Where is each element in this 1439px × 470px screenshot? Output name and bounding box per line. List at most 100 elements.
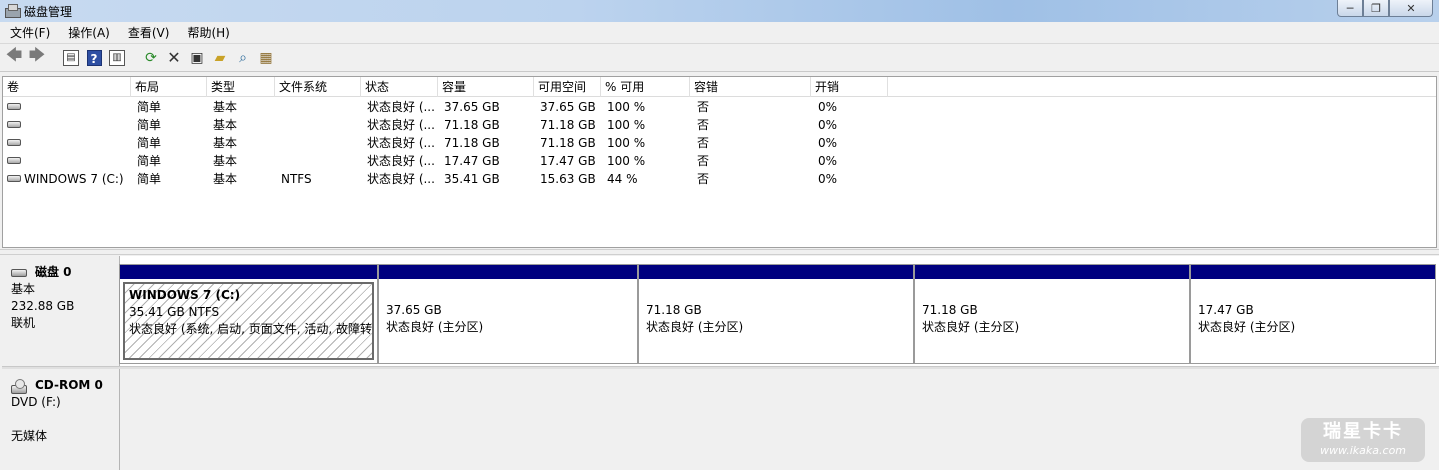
partition-body: 17.47 GB 状态良好 (主分区)	[1194, 282, 1432, 360]
column-header-status[interactable]: 状态	[361, 77, 438, 97]
export-list-icon[interactable]: ▦	[256, 48, 276, 68]
column-header-fault-tolerance[interactable]: 容错	[690, 77, 811, 97]
pane-splitter[interactable]	[0, 249, 1439, 255]
column-header-filesystem[interactable]: 文件系统	[275, 77, 361, 97]
volume-list[interactable]: 卷 布局 类型 文件系统 状态 容量 可用空间 % 可用 容错 开销 简单 基本…	[2, 76, 1437, 248]
cd-drive-icon	[11, 378, 27, 394]
title-bar: 磁盘管理 ─ ❐ ✕	[0, 0, 1439, 22]
overhead-cell: 0%	[818, 172, 838, 186]
capacity-cell: 35.41 GB	[444, 172, 500, 186]
capacity-cell: 37.65 GB	[444, 100, 500, 114]
partition-3[interactable]: 71.18 GB 状态良好 (主分区)	[638, 264, 914, 364]
overhead-cell: 0%	[818, 154, 838, 168]
volume-cell	[3, 134, 131, 152]
partition-status: 状态良好 (主分区)	[922, 320, 1020, 334]
partition-body: 37.65 GB 状态良好 (主分区)	[382, 282, 634, 360]
maximize-button[interactable]: ❐	[1363, 0, 1389, 17]
window-controls: ─ ❐ ✕	[1337, 0, 1433, 17]
filesystem-cell	[277, 134, 281, 152]
menu-help[interactable]: 帮助(H)	[177, 22, 237, 44]
disk-management-icon	[4, 4, 21, 18]
partition-status: 状态良好 (系统, 启动, 页面文件, 活动, 故障转储, 主分区)	[129, 322, 373, 336]
forward-icon[interactable]: 🡆	[27, 45, 47, 68]
partition-size: 17.47 GB	[1198, 303, 1254, 317]
column-header-volume[interactable]: 卷	[3, 77, 131, 97]
filesystem-cell	[277, 152, 281, 170]
menu-action[interactable]: 操作(A)	[58, 22, 118, 44]
column-header-free-space[interactable]: 可用空间	[534, 77, 601, 97]
open-icon[interactable]: ▰	[210, 48, 230, 68]
fault-tolerance-cell: 否	[697, 172, 710, 186]
partition-size: 37.65 GB	[386, 303, 442, 317]
partition-name: WINDOWS 7 (C:)	[129, 288, 241, 302]
layout-cell: 简单	[137, 172, 162, 186]
volume-cell: WINDOWS 7 (C:)	[3, 170, 131, 188]
minimize-button[interactable]: ─	[1337, 0, 1363, 17]
column-header-type[interactable]: 类型	[207, 77, 275, 97]
cdrom0-drive: DVD (F:)	[11, 395, 61, 409]
table-row[interactable]: WINDOWS 7 (C:) 简单 基本 NTFS 状态良好 (... 35.4…	[3, 170, 1436, 188]
partition-bar	[379, 265, 637, 279]
layout-cell: 简单	[137, 118, 162, 132]
percent-free-cell: 44 %	[607, 172, 638, 186]
disk0-label[interactable]: 磁盘 0 基本 232.88 GB 联机	[2, 256, 120, 366]
toolbar-separator	[50, 48, 58, 68]
help-icon[interactable]: ?	[84, 48, 104, 68]
show-hide-action-pane-icon[interactable]: ▥	[107, 48, 127, 68]
volume-cell	[3, 152, 131, 170]
toolbar-separator	[130, 48, 138, 68]
filesystem-cell: NTFS	[281, 172, 312, 186]
back-icon[interactable]: 🡄	[4, 45, 24, 68]
volume-list-header: 卷 布局 类型 文件系统 状态 容量 可用空间 % 可用 容错 开销	[3, 77, 1436, 97]
partition-status: 状态良好 (主分区)	[386, 320, 484, 334]
percent-free-cell: 100 %	[607, 136, 646, 150]
cdrom0-label[interactable]: CD-ROM 0 DVD (F:) 无媒体	[2, 369, 120, 470]
window-title: 磁盘管理	[24, 4, 73, 19]
partition-status: 状态良好 (主分区)	[646, 320, 744, 334]
table-row[interactable]: 简单 基本 状态良好 (... 37.65 GB 37.65 GB 100 % …	[3, 98, 1436, 116]
menu-view[interactable]: 查看(V)	[118, 22, 178, 44]
refresh-icon[interactable]: ⟳	[141, 48, 161, 68]
properties-icon[interactable]: ▣	[187, 48, 207, 68]
capacity-cell: 17.47 GB	[444, 154, 500, 168]
overhead-cell: 0%	[818, 100, 838, 114]
partition-bar	[639, 265, 913, 279]
explore-icon[interactable]: ⌕	[233, 48, 253, 68]
overhead-cell: 0%	[818, 136, 838, 150]
close-button[interactable]: ✕	[1389, 0, 1433, 17]
menu-file[interactable]: 文件(F)	[0, 22, 58, 44]
partition-body: 71.18 GB 状态良好 (主分区)	[642, 282, 910, 360]
disk0-size: 232.88 GB	[11, 299, 75, 313]
delete-icon[interactable]: ✕	[164, 48, 184, 68]
table-row[interactable]: 简单 基本 状态良好 (... 17.47 GB 17.47 GB 100 % …	[3, 152, 1436, 170]
free-space-cell: 37.65 GB	[540, 100, 596, 114]
table-row[interactable]: 简单 基本 状态良好 (... 71.18 GB 71.18 GB 100 % …	[3, 134, 1436, 152]
type-cell: 基本	[213, 118, 238, 132]
column-header-percent-free[interactable]: % 可用	[601, 77, 690, 97]
watermark-brand: 瑞星卡卡	[1323, 421, 1403, 442]
cdrom0-area	[120, 369, 1439, 470]
fault-tolerance-cell: 否	[697, 136, 710, 150]
partition-2[interactable]: 37.65 GB 状态良好 (主分区)	[378, 264, 638, 364]
free-space-cell: 17.47 GB	[540, 154, 596, 168]
capacity-cell: 71.18 GB	[444, 136, 500, 150]
drive-icon	[7, 103, 21, 110]
volume-cell	[3, 98, 131, 116]
percent-free-cell: 100 %	[607, 154, 646, 168]
disk-graphical-view: 磁盘 0 基本 232.88 GB 联机 WINDOWS 7 (C:) 35.4…	[2, 256, 1439, 470]
column-header-layout[interactable]: 布局	[131, 77, 207, 97]
layout-cell: 简单	[137, 136, 162, 150]
table-row[interactable]: 简单 基本 状态良好 (... 71.18 GB 71.18 GB 100 % …	[3, 116, 1436, 134]
partition-5[interactable]: 17.47 GB 状态良好 (主分区)	[1190, 264, 1436, 364]
free-space-cell: 71.18 GB	[540, 136, 596, 150]
column-header-capacity[interactable]: 容量	[438, 77, 534, 97]
disk0-state: 联机	[11, 316, 36, 330]
disk0-name: 磁盘 0	[11, 264, 119, 281]
show-hide-console-tree-icon[interactable]: ▤	[61, 48, 81, 68]
partition-4[interactable]: 71.18 GB 状态良好 (主分区)	[914, 264, 1190, 364]
column-header-overhead[interactable]: 开销	[811, 77, 888, 97]
partition-size: 71.18 GB	[922, 303, 978, 317]
partition-c[interactable]: WINDOWS 7 (C:) 35.41 GB NTFS 状态良好 (系统, 启…	[119, 264, 378, 364]
percent-free-cell: 100 %	[607, 118, 646, 132]
